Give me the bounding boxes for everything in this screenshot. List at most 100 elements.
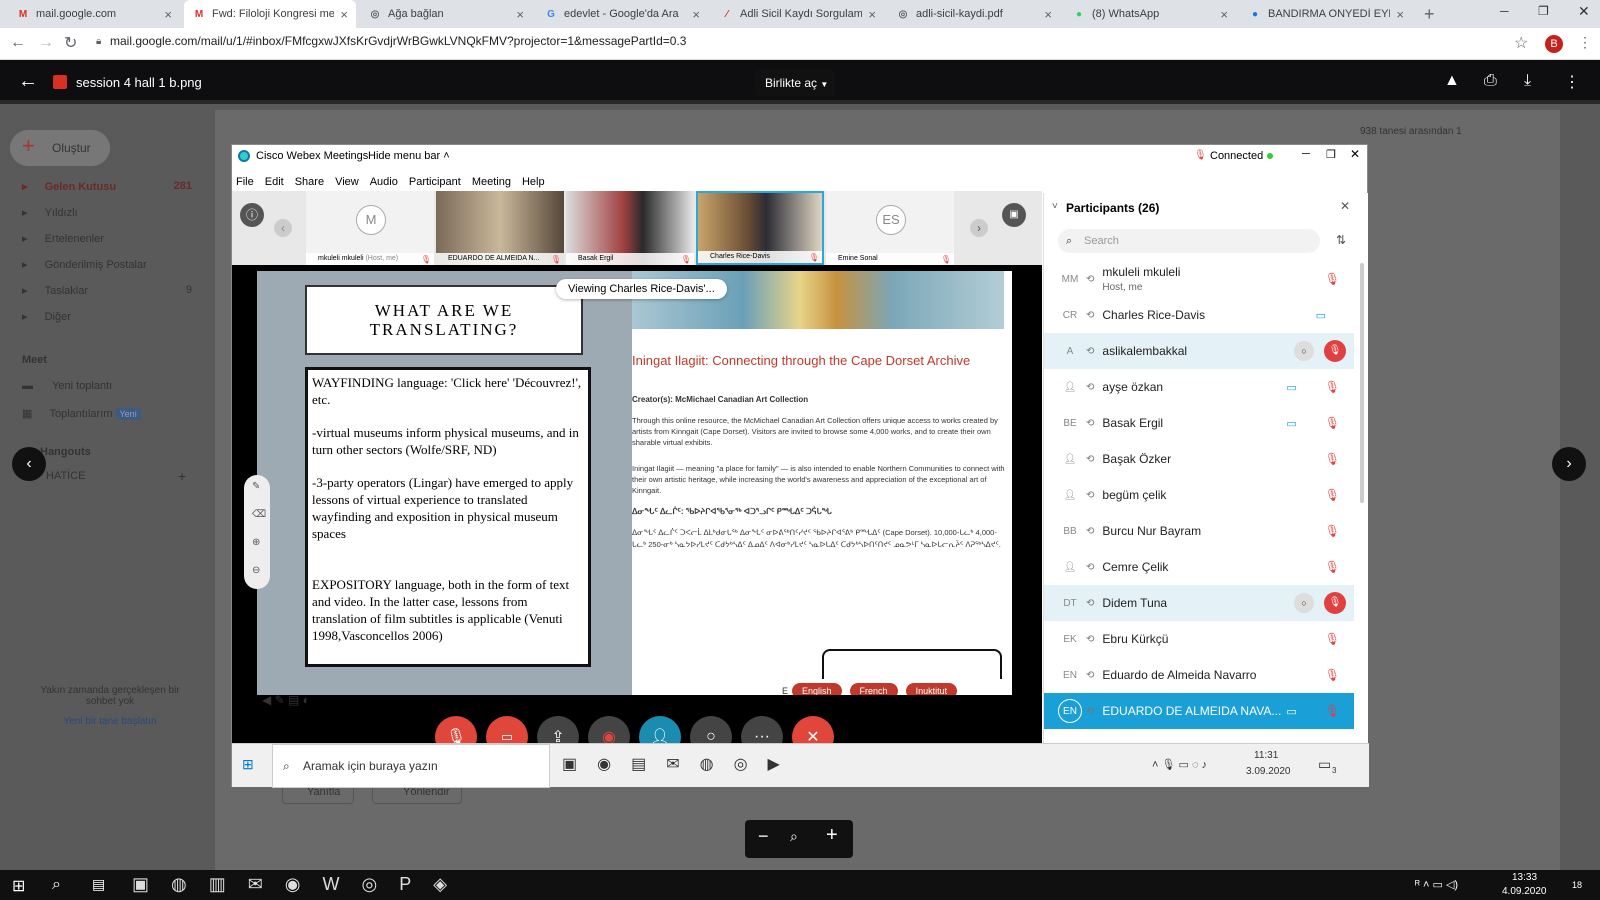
participant-row[interactable]: CR ⟲ Charles Rice-Davis ▭	[1044, 297, 1354, 333]
url-field[interactable]: mail.google.com/mail/u/1/#inbox/FMfcgxwJ…	[110, 34, 686, 48]
previous-image-button[interactable]: ‹	[12, 447, 46, 481]
maximize-window-button[interactable]: ❐	[1538, 4, 1549, 18]
browser-menu-icon[interactable]: ⋮	[1578, 34, 1592, 51]
hangouts-start-link[interactable]: Yeni bir tane başlatın	[30, 716, 190, 727]
mic-active-icon[interactable]: 🎙︎	[1324, 340, 1346, 362]
new-tab-button[interactable]: +	[1424, 4, 1435, 25]
zoom-out-button[interactable]: −	[758, 826, 769, 847]
taskbar-search[interactable]: ⌕ Aramak için buraya yazın	[272, 744, 550, 788]
strip-next-icon[interactable]: ›	[970, 219, 988, 237]
participant-row[interactable]: 👤︎ ⟲ Başak Özker 🎙︎	[1044, 441, 1354, 477]
start-icon[interactable]: ⊞	[12, 876, 25, 896]
browser-tab[interactable]: ◎ adli-sicil-kaydi.pdf ×	[888, 0, 1060, 28]
participant-row[interactable]: MM ⟲ mkuleli mkuleli Host, me 🎙︎	[1044, 261, 1354, 297]
webex-minimize[interactable]: ─	[1302, 148, 1310, 160]
panel-scrollbar[interactable]	[1360, 263, 1364, 503]
meet-new-meeting[interactable]: ▬ Yeni toplantı	[22, 380, 112, 392]
gmail-nav-item[interactable]: ▸ Yıldızlı	[22, 206, 192, 219]
star-icon[interactable]: ☆	[1514, 33, 1528, 53]
mic-muted-icon[interactable]: 🎙︎	[1325, 416, 1340, 430]
menu-item[interactable]: Help	[522, 176, 545, 188]
language-button[interactable]: Inuktitut	[905, 683, 958, 695]
gmail-nav-item[interactable]: ▸ Ertelenenler	[22, 232, 192, 245]
video-thumbnail[interactable]: Charles Rice-Davis 🎙︎	[696, 191, 824, 265]
gmail-nav-item[interactable]: ▸ Diğer	[22, 310, 192, 323]
gmail-nav-item[interactable]: ▸ Gönderilmiş Postalar	[22, 258, 192, 271]
zoom-in-icon[interactable]: ⊕	[252, 537, 260, 548]
forward-icon[interactable]: →	[38, 34, 54, 52]
video-thumbnail[interactable]: ES Emine Sonal 🎙︎	[826, 191, 954, 265]
back-icon[interactable]: ←	[10, 34, 26, 52]
tab-close-icon[interactable]: ×	[1220, 7, 1228, 22]
strip-prev-icon[interactable]: ‹	[274, 219, 292, 237]
tab-close-icon[interactable]: ×	[516, 7, 524, 22]
tab-close-icon[interactable]: ×	[164, 7, 172, 22]
search-icon[interactable]: ⌕	[52, 876, 61, 894]
menu-item[interactable]: Audio	[370, 176, 398, 188]
notification-badge[interactable]: 18	[1572, 880, 1582, 890]
mic-active-icon[interactable]: 🎙︎	[1324, 592, 1346, 614]
collapse-icon[interactable]: ˅	[1052, 201, 1058, 212]
menu-item[interactable]: Meeting	[472, 176, 511, 188]
print-icon[interactable]: ⎙	[1484, 72, 1497, 90]
mic-muted-icon[interactable]: 🎙︎	[1325, 524, 1340, 538]
meet-my-meetings[interactable]: ▦ Toplantılarım Yeni	[22, 407, 141, 420]
language-button[interactable]: French	[849, 683, 898, 695]
browser-tab[interactable]: Gedevlet - Google'da Ara ×	[536, 0, 708, 28]
reload-icon[interactable]: ↻	[64, 33, 77, 53]
participant-row[interactable]: A ⟲ aslikalembakkal ○ 🎙︎	[1044, 333, 1354, 369]
participant-row[interactable]: BB ⟲ Burcu Nur Bayram 🎙︎	[1044, 513, 1354, 549]
browser-tab[interactable]: ⁄ Adli Sicil Kaydı Sorgulama ×	[712, 0, 884, 28]
minimize-window-button[interactable]: ─	[1500, 4, 1509, 18]
more-options-icon[interactable]: ⋮	[1564, 72, 1580, 92]
participant-search[interactable]: ⌕ Search	[1058, 229, 1320, 253]
open-with-button[interactable]: Birlikte aç ▼	[755, 70, 835, 96]
pen-icon[interactable]: ✎	[252, 481, 260, 492]
start-icon[interactable]: ⊞	[242, 756, 254, 773]
tab-close-icon[interactable]: ×	[868, 7, 876, 22]
webex-close[interactable]: ✕	[1350, 147, 1360, 161]
next-image-button[interactable]: ›	[1552, 447, 1586, 481]
eraser-icon[interactable]: ⌫	[252, 509, 266, 520]
webex-restore[interactable]: ❐	[1326, 148, 1336, 161]
browser-tab[interactable]: M Fwd: Filoloji Kongresi metin ×	[184, 0, 356, 28]
mic-muted-icon[interactable]: 🎙︎	[1325, 704, 1340, 718]
menu-item[interactable]: Participant	[409, 176, 461, 188]
tab-close-icon[interactable]: ×	[1396, 7, 1404, 22]
chat-bubble-icon[interactable]: ○	[1294, 341, 1314, 361]
zoom-icon[interactable]: ⌕	[790, 828, 798, 845]
browser-tab[interactable]: Mmail.google.com ×	[8, 0, 180, 28]
close-window-button[interactable]: ✕	[1578, 3, 1590, 20]
participant-row[interactable]: BE ⟲ Basak Ergil ▭ 🎙︎	[1044, 405, 1354, 441]
layout-icon[interactable]: ▣	[1002, 203, 1026, 227]
tab-close-icon[interactable]: ×	[692, 7, 700, 22]
viewer-back-icon[interactable]: ←	[18, 70, 38, 93]
hangouts-user[interactable]: HATİCE	[46, 470, 86, 482]
menu-item[interactable]: Edit	[265, 176, 284, 188]
task-view-icon[interactable]: ▤	[92, 876, 105, 893]
sort-icon[interactable]: ⇅	[1336, 233, 1346, 247]
add-to-drive-icon[interactable]: ▲	[1444, 72, 1460, 90]
download-icon[interactable]: ⤓	[1524, 72, 1531, 90]
gmail-nav-item[interactable]: ▸ Taslaklar 9	[22, 284, 192, 297]
mic-muted-icon[interactable]: 🎙︎	[1325, 380, 1340, 394]
menu-item[interactable]: View	[335, 176, 359, 188]
language-button[interactable]: English	[792, 683, 842, 695]
taskbar-app-icons[interactable]: ▣◍▥✉◉W◎P◈	[132, 874, 469, 895]
tab-close-icon[interactable]: ×	[340, 7, 348, 22]
participant-row[interactable]: EN ⟲ EDUARDO DE ALMEIDA NAVA... ▭ 🎙︎	[1044, 693, 1354, 729]
video-thumbnail[interactable]: EDUARDO DE ALMEIDA N... 🎙︎	[436, 191, 564, 265]
mic-muted-icon[interactable]: 🎙︎	[1325, 452, 1340, 466]
participant-row[interactable]: 👤︎ ⟲ Cemre Çelik 🎙︎	[1044, 549, 1354, 585]
video-thumbnail[interactable]: Basak Ergil 🎙︎	[566, 191, 694, 265]
profile-avatar[interactable]: B	[1545, 35, 1563, 53]
mic-muted-icon[interactable]: 🎙︎	[1325, 272, 1340, 286]
mic-muted-icon[interactable]: 🎙︎	[1325, 488, 1340, 502]
panel-close-icon[interactable]: ✕	[1340, 199, 1350, 213]
strip-info-icon[interactable]: ⓘ	[240, 203, 264, 227]
participant-row[interactable]: 👤︎ ⟲ ayşe özkan ▭ 🎙︎	[1044, 369, 1354, 405]
participant-row[interactable]: EN ⟲ Eduardo de Almeida Navarro 🎙︎	[1044, 657, 1354, 693]
slide-nav-icons[interactable]: ◀ ✎ ▤ ◐	[262, 693, 310, 707]
browser-tab[interactable]: ● BANDIRMA ONYEDİ EYLÜL ×	[1240, 0, 1412, 28]
notification-icon[interactable]: ▭	[1318, 756, 1331, 773]
